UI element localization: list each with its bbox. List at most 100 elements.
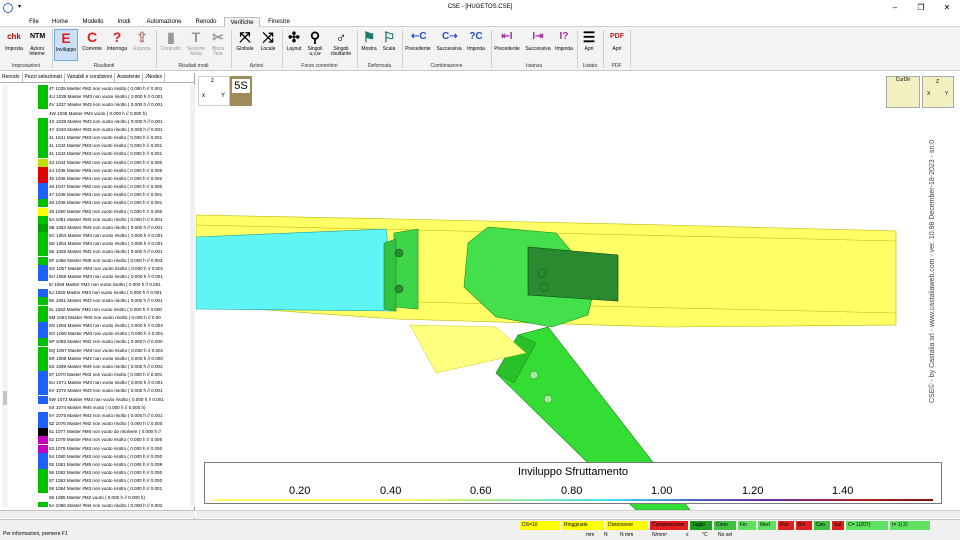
menu-tab-automazione[interactable]: Automazione xyxy=(142,17,186,27)
list-item[interactable]: 5V 1072 Master #M3 non vuoto risolto ( 0… xyxy=(34,387,190,396)
curdir-view-button[interactable]: CurDir xyxy=(886,76,920,108)
menu-tab-finestre[interactable]: Finestre xyxy=(264,17,294,27)
list-item[interactable]: 5H 1058 Master #M3 non vuoto risolto ( 0… xyxy=(34,272,190,281)
model-viewport[interactable]: z x Y 5S CurDir Z X Y CSE© - by Castalia… xyxy=(196,73,960,519)
list-item[interactable]: 4Y 1040 Master #M3 non vuoto risolto ( 0… xyxy=(34,125,190,134)
ribbon-esporta-button[interactable]: ⇪ Esporta xyxy=(130,29,154,61)
ribbon-layout-button[interactable]: ✣ Layout xyxy=(284,29,304,61)
list-item[interactable]: 55 1081 Master #M5 non vuoto risolto ( 0… xyxy=(34,460,190,469)
list-item[interactable]: 5J 1060 Master #M3 non vuoto risolto ( 0… xyxy=(34,289,190,298)
tab-renodo[interactable]: Renodo xyxy=(0,73,23,82)
list-item[interactable]: 5R 1068 Master #M2 non vuoto risolto ( 0… xyxy=(34,354,190,363)
ribbon-imposta-button[interactable]: chk Imposta xyxy=(3,29,25,61)
ribbon-mostra-button[interactable]: ⚑ Mostra xyxy=(359,29,379,61)
list-item[interactable]: 47 1048 Master #M3 non vuoto risolto ( 0… xyxy=(34,191,190,200)
ribbon-contratto-button[interactable]: ▮ Contratto xyxy=(158,29,184,61)
list-item[interactable]: 4X 1039 Master #M3 non vuoto risolto ( 0… xyxy=(34,117,190,126)
list-item[interactable]: 4U 1036 Master #M3 non vuoto risolto ( 0… xyxy=(34,93,190,102)
list-item[interactable]: 43 1044 Master #M2 non vuoto risolto ( 0… xyxy=(34,158,190,167)
list-item[interactable]: 57 1083 Master #M2 non vuoto risolto ( 0… xyxy=(34,477,190,486)
list-item[interactable]: 59 1085 Master #M2 vuoto ( 0.000 h // 0.… xyxy=(34,493,190,502)
list-item[interactable]: 46 1047 Master #M2 non vuoto risolto ( 0… xyxy=(34,183,190,192)
list-vertical-scrollbar[interactable] xyxy=(190,85,195,507)
ribbon-comb-precedente-button[interactable]: ⇠C Precedente xyxy=(404,29,432,61)
gutter-scrollbar[interactable] xyxy=(2,85,8,507)
list-item[interactable]: 5S 1069 Master #M4 non vuoto risolto ( 0… xyxy=(34,362,190,371)
menu-tab-inodi[interactable]: Inodi xyxy=(112,17,136,27)
list-item[interactable]: 5Y 1075 Master #M3 non vuoto risolto ( 0… xyxy=(34,411,190,420)
list-item[interactable]: 5D 1054 Master #M3 non vuoto risolto ( 0… xyxy=(34,240,190,249)
tab-assistente[interactable]: Assistente xyxy=(115,73,144,82)
list-item[interactable]: 49 1050 Master #M2 non vuoto risolto ( 0… xyxy=(34,207,190,216)
list-item[interactable]: 5W 1073 Master #M3 non vuoto risolto ( 0… xyxy=(34,395,190,404)
gutter-scroll-thumb[interactable] xyxy=(3,391,7,405)
list-item[interactable]: 5U 1071 Master #M3 non vuoto risolto ( 0… xyxy=(34,379,190,388)
list-item[interactable]: 5X 1074 Master #M4 vuoto ( 0.000 h // 0.… xyxy=(34,403,190,412)
list-item[interactable]: 41 1043 Master #M3 non vuoto risolto ( 0… xyxy=(34,150,190,159)
list-item[interactable]: 5G 1057 Master #M3 non vuoto risolto ( 0… xyxy=(34,264,190,273)
ribbon-globale-button[interactable]: ⤧ Globale xyxy=(233,29,257,61)
ribbon-azioni-interne-button[interactable]: NTM Azioni Interne xyxy=(26,29,48,61)
list-item[interactable]: 5N 1064 Master #M3 non vuoto risolto ( 0… xyxy=(34,321,190,330)
list-item[interactable]: 48 1049 Master #M3 non vuoto risolto ( 0… xyxy=(34,199,190,208)
ribbon-block-tear-button[interactable]: ✂ Block Tear xyxy=(208,29,228,61)
menu-tab-modello[interactable]: Modello xyxy=(78,17,108,27)
list-item[interactable]: 4W 1038 Master #M2 vuoto ( 0.000 h // 0.… xyxy=(34,109,190,118)
list-item[interactable]: 5Q 1067 Master #M3 non vuoto risolto ( 0… xyxy=(34,346,190,355)
list-item[interactable]: 5T 1070 Master #M3 non vuoto risolto ( 0… xyxy=(34,371,190,380)
menu-tab-verifiche[interactable]: Verifiche xyxy=(224,17,260,27)
list-item[interactable]: 5K 1061 Master #M3 non vuoto risolto ( 0… xyxy=(34,297,190,306)
list-item[interactable]: 41 1042 Master #M3 non vuoto risolto ( 0… xyxy=(34,142,190,151)
ribbon-singoli-uvw-button[interactable]: ⚲ Singoli u,v,w xyxy=(304,29,326,61)
ribbon-ist-precedente-button[interactable]: ⇤I Precedente xyxy=(493,29,521,61)
z-view-button[interactable]: Z X Y xyxy=(922,76,954,108)
list-item[interactable]: 44 1045 Master #M5 non vuoto risolto ( 0… xyxy=(34,166,190,175)
node-badge[interactable]: 5S xyxy=(230,76,252,106)
list-item[interactable]: 54 1080 Master #M2 non vuoto risolto ( 0… xyxy=(34,452,190,461)
menu-tab-renodo[interactable]: Renodo xyxy=(192,17,220,27)
list-item[interactable]: 51 1077 Master #M6 non vuoto da risolver… xyxy=(34,428,190,437)
ribbon-ist-successiva-button[interactable]: I⇥ Successiva xyxy=(523,29,553,61)
ribbon-comb-imposta-button[interactable]: ?C Imposta xyxy=(464,29,488,61)
list-item[interactable]: 4V 1037 Master #M3 non vuoto risolto ( 0… xyxy=(34,101,190,110)
list-item[interactable]: 56 1082 Master #M2 non vuoto risolto ( 0… xyxy=(34,469,190,478)
minimize-button[interactable]: – xyxy=(888,2,902,14)
tab-pezzi-selezionati[interactable]: Pezzi selezionati xyxy=(23,73,65,82)
ribbon-listato-apri-button[interactable]: ☰ Apri xyxy=(580,29,598,61)
list-item[interactable]: 5O 1065 Master #M3 non vuoto risolto ( 0… xyxy=(34,330,190,339)
tab-variabili-condizioni[interactable]: Variabili e condizioni xyxy=(65,73,115,82)
menu-tab-file[interactable]: File xyxy=(24,17,44,27)
list-item[interactable]: 5Z 1076 Master #M2 non vuoto risolto ( 0… xyxy=(34,420,190,429)
ribbon-comb-successiva-button[interactable]: C⇢ Successiva xyxy=(434,29,464,61)
list-item[interactable]: 5I 1059 Master #M2 non vuoto risolto ( 0… xyxy=(34,281,190,290)
ribbon-corrente-button[interactable]: C Corrente xyxy=(80,29,104,61)
tab-jnodex[interactable]: JNodex xyxy=(143,73,166,82)
list-horizontal-scrollbar[interactable] xyxy=(0,510,195,518)
ribbon-singoli-risultante-button[interactable]: ♂ Singoli risultante xyxy=(327,29,355,61)
list-item[interactable]: 5C 1053 Master #M3 non vuoto risolto ( 0… xyxy=(34,232,190,241)
ribbon-interroga-button[interactable]: ? Interroga xyxy=(104,29,130,61)
list-item[interactable]: 53 1079 Master #M2 non vuoto risolto ( 0… xyxy=(34,444,190,453)
list-item[interactable]: 58 1084 Master #M3 non vuoto risolto ( 0… xyxy=(34,485,190,494)
list-item[interactable]: 5A 1086 Master #M4 non vuoto risolto ( 0… xyxy=(34,501,190,507)
list-item[interactable]: 52 1078 Master #M4 non vuoto risolto ( 0… xyxy=(34,436,190,445)
list-item[interactable]: 5M 1063 Master #M3 non vuoto risolto ( 0… xyxy=(34,313,190,322)
connection-3d-model[interactable] xyxy=(196,73,960,510)
ribbon-scala-button[interactable]: ⚐ Scala xyxy=(379,29,399,61)
list-item[interactable]: 4T 1035 Master #M2 non vuoto risolto ( 0… xyxy=(34,85,190,93)
ribbon-sezione-netta-button[interactable]: T Sezione Netta xyxy=(184,29,208,61)
ribbon-pdf-apri-button[interactable]: PDF Apri xyxy=(607,29,627,61)
maximize-button[interactable]: ❐ xyxy=(914,2,928,14)
list-item[interactable]: 5E 1055 Master #M2 non vuoto risolto ( 0… xyxy=(34,248,190,257)
list-item[interactable]: 5A 1051 Master #M3 non vuoto risolto ( 0… xyxy=(34,215,190,224)
ribbon-locale-button[interactable]: ⤨ Locale xyxy=(257,29,279,61)
list-item[interactable]: 5P 1066 Master #M2 non vuoto risolto ( 0… xyxy=(34,338,190,347)
ribbon-inviluppo-button[interactable]: E Inviluppo xyxy=(54,29,78,61)
list-item[interactable]: 5L 1062 Master #M2 non vuoto risolto ( 0… xyxy=(34,305,190,314)
ribbon-ist-imposta-button[interactable]: I? Imposta xyxy=(553,29,575,61)
list-item[interactable]: 45 1046 Master #M4 non vuoto risolto ( 0… xyxy=(34,174,190,183)
menu-tab-home[interactable]: Home xyxy=(48,17,72,27)
viewport-horizontal-scrollbar[interactable] xyxy=(196,510,960,518)
list-item[interactable]: 5B 1052 Master #M4 non vuoto risolto ( 0… xyxy=(34,223,190,232)
list-item[interactable]: 5F 1056 Master #M5 non vuoto risolto ( 0… xyxy=(34,256,190,265)
